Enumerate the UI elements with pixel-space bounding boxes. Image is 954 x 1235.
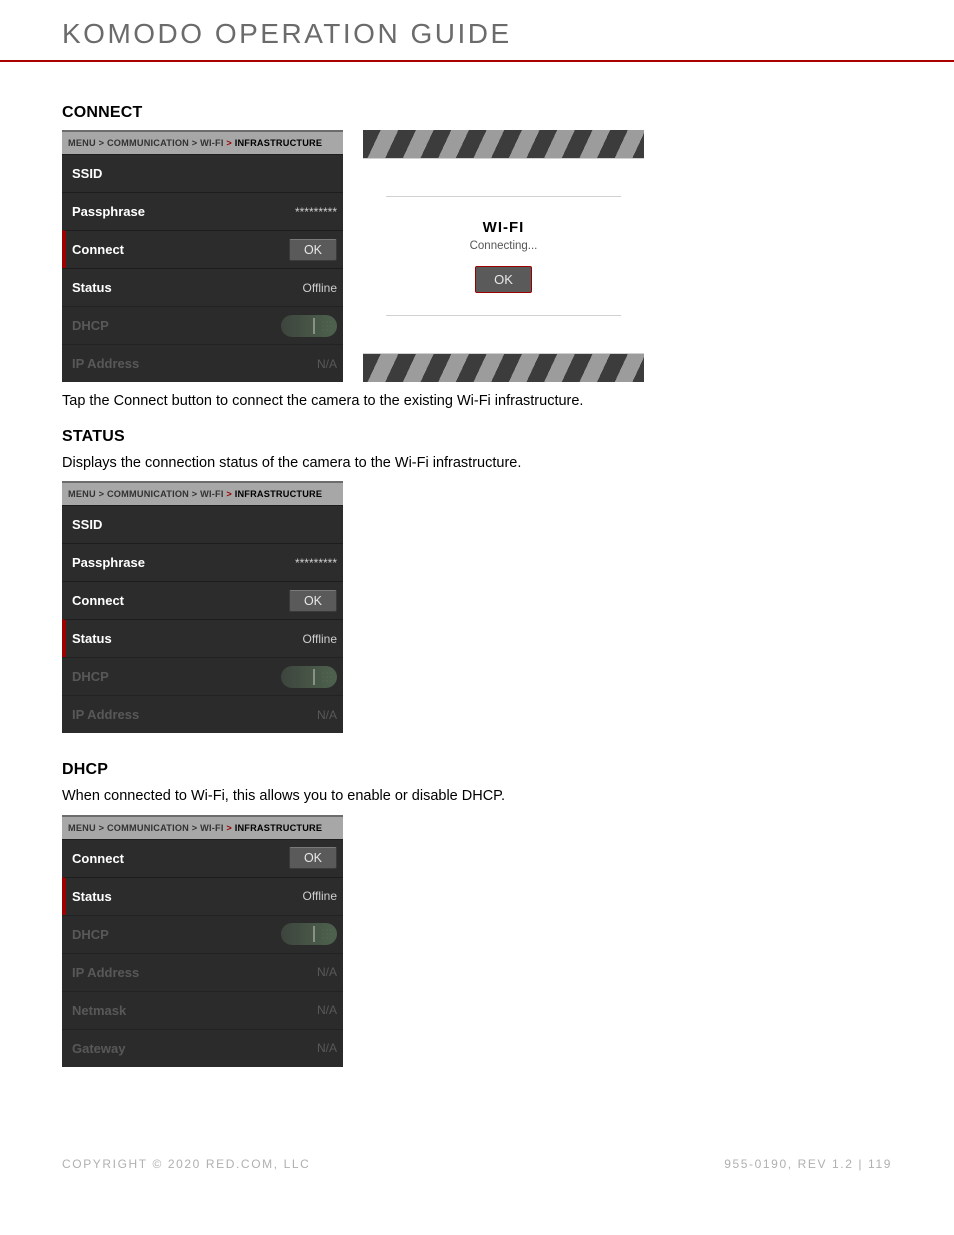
heading-status: STATUS [62, 428, 892, 446]
label-passphrase: Passphrase [72, 204, 145, 219]
breadcrumb-menu: MENU [68, 823, 96, 833]
breadcrumb-sep: > [226, 489, 232, 499]
row-ip: IP Address N/A [62, 953, 343, 991]
breadcrumb: MENU > COMMUNICATION > WI-FI > INFRASTRU… [62, 483, 343, 505]
breadcrumb: MENU > COMMUNICATION > WI-FI > INFRASTRU… [62, 132, 343, 154]
label-ssid: SSID [72, 166, 102, 181]
label-connect: Connect [72, 851, 124, 866]
breadcrumb-sep: > [99, 138, 105, 148]
breadcrumb: MENU > COMMUNICATION > WI-FI > INFRASTRU… [62, 817, 343, 839]
breadcrumb-comm: COMMUNICATION [107, 138, 189, 148]
dialog-rule [386, 315, 621, 316]
title-rule [0, 60, 954, 62]
value-status: Offline [303, 632, 337, 646]
footer: COPYRIGHT © 2020 RED.COM, LLC 955-0190, … [62, 1157, 892, 1171]
row-ssid[interactable]: SSID [62, 505, 343, 543]
label-ip: IP Address [72, 965, 139, 980]
label-dhcp: DHCP [72, 927, 109, 942]
breadcrumb-menu: MENU [68, 489, 96, 499]
label-dhcp: DHCP [72, 318, 109, 333]
footer-rev: 955-0190, REV 1.2 | 119 [724, 1157, 892, 1171]
label-status: Status [72, 631, 112, 646]
breadcrumb-menu: MENU [68, 138, 96, 148]
breadcrumb-sep: > [226, 823, 232, 833]
row-dhcp: DHCP [62, 657, 343, 695]
dialog-rule [386, 196, 621, 197]
breadcrumb-sep: > [192, 823, 198, 833]
row-passphrase[interactable]: Passphrase ********* [62, 192, 343, 230]
dhcp-toggle [281, 666, 337, 688]
breadcrumb-comm: COMMUNICATION [107, 823, 189, 833]
value-ip: N/A [317, 708, 337, 722]
breadcrumb-sep: > [192, 138, 198, 148]
wifi-dialog-panel: WI-FI Connecting... OK [363, 130, 644, 382]
breadcrumb-sep: > [192, 489, 198, 499]
dhcp-toggle [281, 923, 337, 945]
breadcrumb-sep: > [99, 823, 105, 833]
label-ip: IP Address [72, 707, 139, 722]
row-passphrase[interactable]: Passphrase ********* [62, 543, 343, 581]
value-status: Offline [303, 281, 337, 295]
breadcrumb-infra: INFRASTRUCTURE [235, 823, 323, 833]
connect-ok-button[interactable]: OK [289, 590, 337, 612]
label-status: Status [72, 889, 112, 904]
row-netmask: Netmask N/A [62, 991, 343, 1029]
row-ip: IP Address N/A [62, 695, 343, 733]
row-ip: IP Address N/A [62, 344, 343, 382]
row-status[interactable]: Status Offline [62, 877, 343, 915]
row-gateway: Gateway N/A [62, 1029, 343, 1067]
connect-ok-button[interactable]: OK [289, 847, 337, 869]
value-netmask: N/A [317, 1003, 337, 1017]
label-ssid: SSID [72, 517, 102, 532]
breadcrumb-wifi: WI-FI [200, 823, 223, 833]
breadcrumb-infra: INFRASTRUCTURE [235, 138, 323, 148]
dialog-msg: Connecting... [470, 240, 538, 252]
dialog-body: WI-FI Connecting... OK [363, 158, 644, 354]
connect-body-text: Tap the Connect button to connect the ca… [62, 392, 892, 412]
row-connect[interactable]: Connect OK [62, 581, 343, 619]
dialog-stripe-bottom [363, 354, 644, 382]
row-ssid[interactable]: SSID [62, 154, 343, 192]
value-status: Offline [303, 889, 337, 903]
dhcp-menu-panel: MENU > COMMUNICATION > WI-FI > INFRASTRU… [62, 815, 343, 1067]
label-gateway: Gateway [72, 1041, 125, 1056]
row-status[interactable]: Status Offline [62, 619, 343, 657]
row-dhcp: DHCP [62, 915, 343, 953]
label-ip: IP Address [72, 356, 139, 371]
breadcrumb-comm: COMMUNICATION [107, 489, 189, 499]
breadcrumb-wifi: WI-FI [200, 489, 223, 499]
footer-copyright: COPYRIGHT © 2020 RED.COM, LLC [62, 1157, 310, 1171]
label-passphrase: Passphrase [72, 555, 145, 570]
dhcp-toggle [281, 315, 337, 337]
row-status[interactable]: Status Offline [62, 268, 343, 306]
value-ip: N/A [317, 965, 337, 979]
label-connect: Connect [72, 242, 124, 257]
heading-dhcp: DHCP [62, 761, 892, 779]
label-netmask: Netmask [72, 1003, 126, 1018]
label-dhcp: DHCP [72, 669, 109, 684]
breadcrumb-infra: INFRASTRUCTURE [235, 489, 323, 499]
heading-connect: CONNECT [62, 104, 892, 122]
value-passphrase: ********* [295, 205, 337, 219]
page-title: KOMODO OPERATION GUIDE [62, 18, 892, 60]
dialog-stripe-top [363, 130, 644, 158]
breadcrumb-wifi: WI-FI [200, 138, 223, 148]
value-passphrase: ********* [295, 556, 337, 570]
breadcrumb-sep: > [226, 138, 232, 148]
label-status: Status [72, 280, 112, 295]
row-connect[interactable]: Connect OK [62, 230, 343, 268]
row-connect[interactable]: Connect OK [62, 839, 343, 877]
connect-menu-panel: MENU > COMMUNICATION > WI-FI > INFRASTRU… [62, 130, 343, 382]
connect-ok-button[interactable]: OK [289, 239, 337, 261]
dialog-ok-button[interactable]: OK [475, 266, 532, 293]
status-menu-panel: MENU > COMMUNICATION > WI-FI > INFRASTRU… [62, 481, 343, 733]
value-ip: N/A [317, 357, 337, 371]
value-gateway: N/A [317, 1041, 337, 1055]
breadcrumb-sep: > [99, 489, 105, 499]
row-dhcp: DHCP [62, 306, 343, 344]
dialog-title: WI-FI [483, 219, 525, 236]
status-body-text: Displays the connection status of the ca… [62, 454, 892, 474]
dhcp-body-text: When connected to Wi-Fi, this allows you… [62, 787, 892, 807]
label-connect: Connect [72, 593, 124, 608]
